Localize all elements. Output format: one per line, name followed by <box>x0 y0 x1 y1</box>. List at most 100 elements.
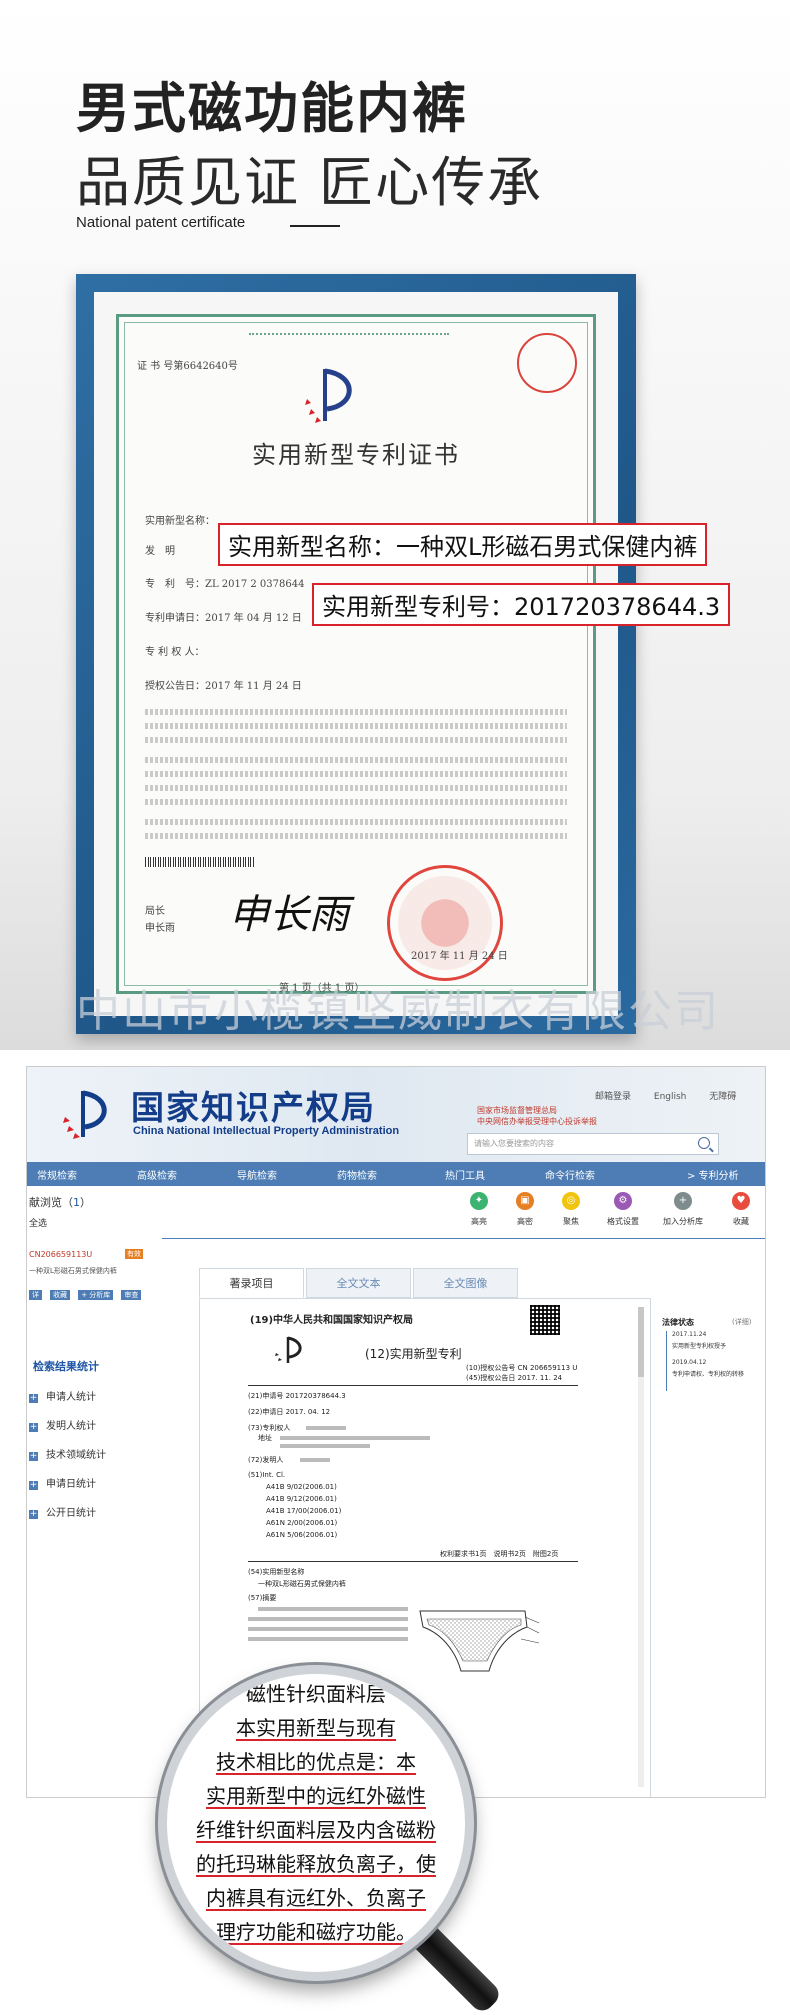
density-tool[interactable]: ▣ 高密 <box>505 1192 545 1227</box>
certificate-title: 实用新型专利证书 <box>252 441 460 469</box>
accessibility-link[interactable]: 无障碍 <box>709 1092 736 1102</box>
focus-icon: ◎ <box>562 1192 580 1210</box>
doc-owner-label: (73)专利权人 <box>248 1424 291 1432</box>
certificate-field-patent-no: 专 利 号：ZL 2017 2 0378644 <box>145 579 305 590</box>
certificate-field-type: 实用新型名称： <box>145 516 215 527</box>
result-item-actions: 详 收藏 + 分析库 审查 <box>29 1282 144 1301</box>
doc-cl-item: A41B 17/00(2006.01) <box>266 1507 342 1515</box>
favorite-tool[interactable]: ♥ 收藏 <box>721 1192 761 1227</box>
detail-button[interactable]: 详 <box>29 1290 42 1300</box>
nav-hot-tools[interactable]: 热门工具 <box>445 1167 485 1182</box>
nav-drug-search[interactable]: 药物检索 <box>337 1167 377 1182</box>
nav-patent-analysis[interactable]: > 专利分析 <box>687 1167 739 1182</box>
focus-tool[interactable]: ◎ 聚焦 <box>551 1192 591 1227</box>
cnipa-emblem-icon <box>305 368 352 423</box>
doc-cl-item: A41B 9/12(2006.01) <box>266 1495 337 1503</box>
result-sidebar: CN206659113U 有效 一种双L形磁石男式保健内裤 详 收藏 + 分析库… <box>27 1238 162 1797</box>
cnipa-logo-icon <box>63 1090 107 1139</box>
document-scrollbar[interactable] <box>638 1307 644 1787</box>
stat-applicant[interactable]: 申请人统计 <box>29 1388 96 1403</box>
search-icon[interactable] <box>698 1137 710 1149</box>
legal-item: 专利申请权、专利权的转移 <box>672 1371 745 1378</box>
certificate-barcode <box>145 857 255 867</box>
result-item-title[interactable]: CN206659113U <box>29 1250 92 1259</box>
stat-tech-field[interactable]: 技术领域统计 <box>29 1446 106 1461</box>
legal-status-more-link[interactable]: (详细) <box>732 1317 751 1327</box>
certificate-number: 证 书 号第6642640号 <box>137 361 238 372</box>
national-seal <box>387 865 503 981</box>
mail-login-link[interactable]: 邮箱登录 <box>595 1092 631 1102</box>
red-seal-small <box>517 333 577 393</box>
company-watermark: 中山市小榄镇坚威制衣有限公司 <box>76 986 716 1037</box>
add-to-analysis-tool[interactable]: + 加入分析库 <box>663 1192 703 1227</box>
result-heading: 献浏览（1） <box>29 1196 91 1209</box>
site-name-cn: 国家知识产权局 <box>131 1088 376 1127</box>
highlight-tool[interactable]: ✦ 高亮 <box>459 1192 499 1227</box>
magnified-line: 理疗功能和磁疗功能。 <box>216 1920 416 1944</box>
format-settings-tool[interactable]: ⚙ 格式设置 <box>603 1192 643 1227</box>
tab-full-image[interactable]: 全文图像 <box>413 1268 518 1298</box>
certificate-ornament <box>249 319 449 335</box>
search-placeholder: 请输入您要搜索的内容 <box>474 1139 554 1148</box>
nav-command-search[interactable]: 命令行检索 <box>545 1167 595 1182</box>
legal-status-panel: 法律状态 (详细) 2017.11.24 实用新型专利权授予 2019.04.1… <box>662 1317 762 1391</box>
result-item-desc: 一种双L形磁石男式保健内裤 <box>29 1267 117 1275</box>
legal-item: 2017.11.24 <box>672 1331 707 1338</box>
doc-emblem-icon <box>275 1336 302 1363</box>
doc-abstract-label: (57)摘要 <box>248 1594 277 1602</box>
main-nav: 常规检索 高级检索 导航检索 药物检索 热门工具 命令行检索 > 专利分析 <box>27 1162 765 1186</box>
header-links: 邮箱登录 English 无障碍 <box>595 1089 756 1102</box>
result-count: 1 <box>73 1196 80 1209</box>
highlight-icon: ✦ <box>470 1192 488 1210</box>
magnified-line: 实用新型中的远红外磁性 <box>206 1784 426 1808</box>
collect-button[interactable]: 收藏 <box>50 1290 71 1300</box>
utility-model-name-label: 实用新型名称：一种双L形磁石男式保健内裤 <box>218 523 708 566</box>
header-notice[interactable]: 国家市场监督管理总局 中央网信办举报受理中心投诉举报 <box>477 1105 597 1127</box>
stats-title: 检索结果统计 <box>33 1360 99 1373</box>
density-icon: ▣ <box>516 1192 534 1210</box>
page-tagline: 品质见证 匠心传承 <box>76 151 544 214</box>
doc-pub-date: (45)授权公告日 2017. 11. 24 <box>466 1374 563 1382</box>
select-all-checkbox[interactable]: 全选 <box>29 1216 47 1229</box>
english-link[interactable]: English <box>654 1092 687 1102</box>
site-header: 国家知识产权局 China National Intellectual Prop… <box>27 1067 765 1162</box>
site-search-input[interactable]: 请输入您要搜索的内容 <box>467 1133 719 1155</box>
seal-date: 2017 年 11 月 24 日 <box>411 951 508 962</box>
stat-publish-date[interactable]: 公开日统计 <box>29 1504 96 1519</box>
scroll-thumb[interactable] <box>638 1307 644 1377</box>
doc-name-value: 一种双L形磁石男式保健内裤 <box>258 1580 346 1588</box>
settings-icon: ⚙ <box>614 1192 632 1210</box>
stat-inventor[interactable]: 发明人统计 <box>29 1417 96 1432</box>
legal-item: 2019.04.12 <box>672 1359 707 1366</box>
tab-full-text[interactable]: 全文文本 <box>306 1268 411 1298</box>
nav-general-search[interactable]: 常规检索 <box>37 1167 77 1182</box>
director-label: 局长 <box>145 906 165 917</box>
certificate-body-text <box>145 709 567 715</box>
doc-inventor-label: (72)发明人 <box>248 1456 284 1464</box>
briefs-drawing-icon <box>419 1610 540 1672</box>
doc-cl-item: A61N 2/00(2006.01) <box>266 1519 338 1527</box>
director-signature: 申长雨 <box>229 892 349 938</box>
certificate-frame: 证 书 号第6642640号 实用新型专利证书 实用新型名称： 发 明 专 利 … <box>76 274 636 1034</box>
magnified-line: 技术相比的优点是：本 <box>216 1750 416 1774</box>
doc-pages-note: 权利要求书1页 说明书2页 附图2页 <box>440 1550 559 1558</box>
doc-name-label: (54)实用新型名称 <box>248 1568 305 1576</box>
director-name: 申长雨 <box>145 923 175 934</box>
nav-navigation-search[interactable]: 导航检索 <box>237 1167 277 1182</box>
tab-bibliographic[interactable]: 著录项目 <box>199 1268 304 1298</box>
magnified-line: 本实用新型与现有 <box>236 1716 396 1740</box>
page-title: 男式磁功能内裤 <box>76 77 468 140</box>
add-analysis-button[interactable]: + 分析库 <box>78 1290 114 1300</box>
magnified-line: 的托玛琳能释放负离子，使 <box>196 1852 436 1876</box>
site-name-en: China National Intellectual Property Adm… <box>133 1125 400 1137</box>
review-button[interactable]: 审查 <box>121 1290 142 1300</box>
magnifier-lens: 磁性针织面料层 本实用新型与现有 技术相比的优点是：本 实用新型中的远红外磁性 … <box>158 1665 474 1981</box>
hero-section: 男式磁功能内裤 品质见证 匠心传承 National patent certif… <box>0 0 790 1050</box>
doc-int-cl: (51)Int. Cl. <box>248 1471 286 1479</box>
nav-advanced-search[interactable]: 高级检索 <box>137 1167 177 1182</box>
certificate-field-owner: 专 利 权 人： <box>145 647 205 658</box>
stat-apply-date[interactable]: 申请日统计 <box>29 1475 96 1490</box>
subtitle-divider <box>290 225 340 227</box>
doc-pub-no: (10)授权公告号 CN 206659113 U <box>466 1364 578 1372</box>
magnified-line: 内裤具有远红外、负离子 <box>206 1886 426 1910</box>
